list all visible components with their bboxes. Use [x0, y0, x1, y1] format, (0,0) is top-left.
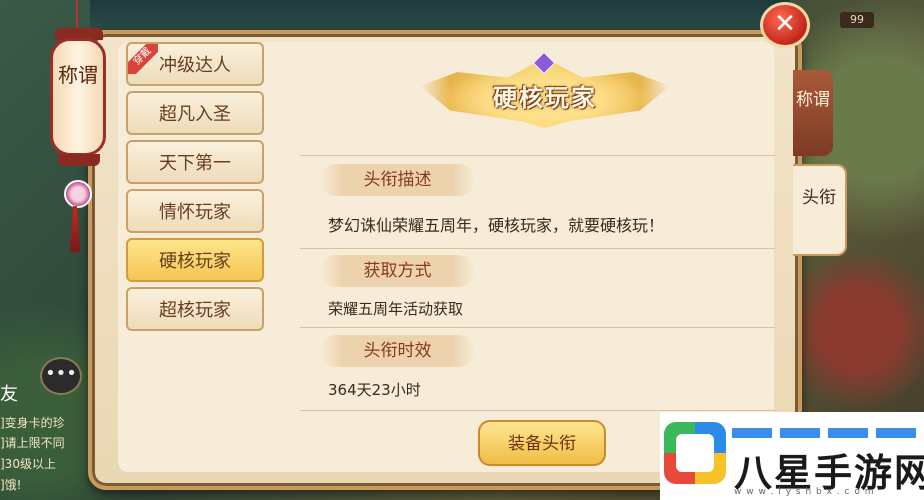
close-button[interactable]: ✕	[760, 2, 810, 48]
watermark-logo-inner	[676, 434, 714, 472]
title-list: 冲级达人 穿戴 超凡入圣 天下第一 情怀玩家 硬核玩家 超核玩家	[122, 38, 272, 338]
title-item[interactable]: 情怀玩家	[126, 189, 264, 233]
title-item-label: 硬核玩家	[159, 251, 231, 272]
equip-title-button[interactable]: 装备头衔	[478, 420, 606, 466]
title-item-label: 天下第一	[159, 153, 231, 174]
chat-line: ]30级以上	[0, 457, 56, 471]
tab-title[interactable]: 头衔	[793, 164, 847, 256]
detail-title: 硬核玩家	[493, 84, 597, 112]
chat-line: ]变身卡的珍	[0, 416, 65, 430]
section-label-duration: 头衔时效	[320, 335, 475, 367]
chat-line: ]饿!	[0, 478, 22, 492]
top-hud-strip	[90, 0, 790, 32]
divider	[300, 410, 775, 411]
title-item-label: 情怀玩家	[159, 202, 231, 223]
section-label-description: 头衔描述	[320, 164, 475, 196]
watermark-url: w w w . l y s h b x . c o m	[734, 487, 875, 497]
title-item[interactable]: 冲级达人 穿戴	[126, 42, 264, 86]
watermark-bars	[732, 428, 918, 438]
lantern-base	[58, 154, 100, 166]
title-item-label: 冲级达人	[159, 55, 231, 76]
section-text-description: 梦幻诛仙荣耀五周年，硬核玩家，就要硬核玩！	[328, 216, 665, 235]
lantern-label: 称谓	[50, 38, 106, 156]
tab-appellation[interactable]: 称谓	[793, 70, 833, 156]
equipped-badge: 穿戴	[128, 44, 158, 74]
divider	[300, 327, 775, 328]
title-item-selected[interactable]: 硬核玩家	[126, 238, 264, 282]
title-item-label: 超核玩家	[159, 300, 231, 321]
top-counter: 99	[840, 12, 874, 28]
section-label-acquire: 获取方式	[320, 255, 475, 287]
title-item[interactable]: 超凡入圣	[126, 91, 264, 135]
title-item[interactable]: 超核玩家	[126, 287, 264, 331]
divider	[300, 155, 775, 156]
section-text-duration: 364天23小时	[328, 381, 421, 399]
chat-line: ]请上限不同	[0, 436, 65, 450]
title-item[interactable]: 天下第一	[126, 140, 264, 184]
chat-icon[interactable]: •••	[40, 357, 82, 395]
divider	[300, 248, 775, 249]
title-item-label: 超凡入圣	[159, 104, 231, 125]
section-text-acquire: 荣耀五周年活动获取	[328, 300, 464, 318]
charm-icon	[64, 180, 92, 208]
